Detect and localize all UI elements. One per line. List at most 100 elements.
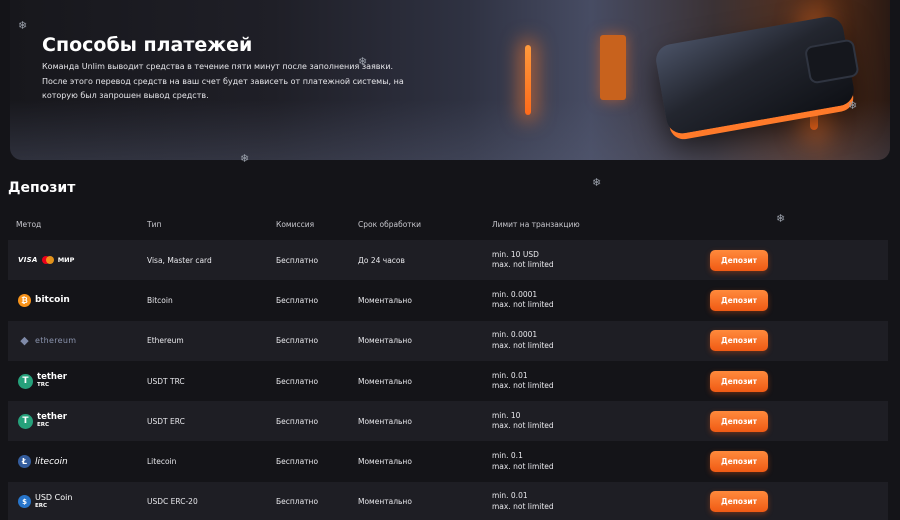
snowflake-icon: ❄ — [240, 152, 250, 165]
snowflake-icon: ❄ — [592, 176, 602, 189]
banner-machine — [600, 35, 626, 100]
hero-banner: Способы платежей Команда Unlim выводит с… — [10, 0, 890, 160]
usdc-wordmark: USD Coin — [35, 492, 73, 502]
deposit-button[interactable]: Депозит — [710, 249, 768, 271]
method-fee: Бесплатно — [276, 295, 319, 305]
usdc-icon: $ — [18, 495, 31, 509]
limit-min: min. 0.1 — [492, 451, 523, 461]
usdc-logo: $ USD Coin ERC — [18, 492, 73, 510]
deposit-button[interactable]: Депозит — [710, 289, 768, 311]
limit-max: max. not limited — [492, 381, 554, 391]
tether-trc-logo: T tether TRC — [18, 373, 67, 389]
method-type: Litecoin — [147, 457, 177, 467]
method-type: USDT ERC — [147, 416, 185, 426]
litecoin-logo: Ł litecoin — [18, 455, 68, 469]
network-label: ERC — [37, 422, 50, 429]
payment-methods-page: Способы платежей Команда Unlim выводит с… — [0, 0, 900, 520]
method-logo: VISA МИР — [18, 240, 138, 280]
ethereum-wordmark: ethereum — [35, 336, 77, 346]
mastercard-icon — [41, 256, 54, 265]
deposit-title: Депозит — [8, 180, 76, 196]
mir-logo: МИР — [57, 256, 75, 265]
method-fee: Бесплатно — [276, 336, 319, 346]
method-time: Моментально — [358, 376, 412, 386]
method-limit: min. 10 USD max. not limited — [492, 240, 554, 280]
tether-wordmark: tether — [37, 372, 67, 383]
method-logo: $ USD Coin ERC — [18, 482, 138, 520]
deposit-button[interactable]: Депозит — [710, 330, 768, 352]
snowflake-icon: ❄ — [848, 99, 858, 112]
litecoin-wordmark: litecoin — [35, 456, 68, 467]
method-limit: min. 0.1 max. not limited — [492, 441, 554, 481]
method-time: Моментально — [358, 336, 412, 346]
snowflake-icon: ❄ — [18, 19, 28, 32]
limit-max: max. not limited — [492, 340, 554, 350]
method-logo: T tether ERC — [18, 401, 138, 441]
method-time: Моментально — [358, 416, 412, 426]
table-row: T tether ERC USDT ERC Бесплатно Моментал… — [8, 401, 888, 442]
method-type: Ethereum — [147, 336, 184, 346]
table-row: Ł litecoin Litecoin Бесплатно Моментальн… — [8, 441, 888, 482]
visa-mastercard-mir-logo: VISA МИР — [18, 256, 75, 265]
table-row: T tether TRC USDT TRC Бесплатно Моментал… — [8, 360, 888, 402]
deposit-table: VISA МИР Visa, Master card Бесплатно До … — [8, 240, 888, 520]
limit-min: min. 10 USD — [492, 249, 539, 259]
snowflake-icon: ❄ — [358, 55, 368, 68]
table-row: ◆ ethereum Ethereum Бесплатно Моментальн… — [8, 320, 888, 361]
method-type: USDC ERC-20 — [147, 497, 198, 507]
tether-icon: T — [18, 373, 33, 389]
method-fee: Бесплатно — [276, 497, 319, 507]
limit-min: min. 0.0001 — [492, 289, 538, 299]
method-limit: min. 0.0001 max. not limited — [492, 280, 554, 320]
limit-min: min. 0.01 — [492, 370, 528, 380]
network-label: TRC — [37, 382, 50, 389]
limit-max: max. not limited — [492, 260, 554, 270]
limit-max: max. not limited — [492, 461, 554, 471]
banner-light-left — [525, 45, 531, 115]
method-limit: min. 10 max. not limited — [492, 401, 554, 441]
method-limit: min. 0.01 max. not limited — [492, 361, 554, 401]
method-fee: Бесплатно — [276, 416, 319, 426]
tether-erc-logo: T tether ERC — [18, 413, 67, 429]
method-fee: Бесплатно — [276, 457, 319, 467]
table-row: $ USD Coin ERC USDC ERC-20 Бесплатно Мом… — [8, 481, 888, 520]
method-time: До 24 часов — [358, 255, 405, 265]
header-limit: Лимит на транзакцию — [492, 220, 580, 229]
method-type: USDT TRC — [147, 376, 185, 386]
banner-description: Команда Unlim выводит средства в течение… — [42, 62, 404, 100]
ethereum-logo: ◆ ethereum — [18, 334, 76, 347]
tether-wordmark: tether — [37, 412, 67, 423]
method-time: Моментально — [358, 497, 412, 507]
method-logo: ₿ bitcoin — [18, 280, 138, 320]
tether-icon: T — [18, 413, 33, 429]
method-type: Bitcoin — [147, 295, 173, 305]
limit-max: max. not limited — [492, 300, 554, 310]
table-row: VISA МИР Visa, Master card Бесплатно До … — [8, 240, 888, 281]
limit-min: min. 10 — [492, 410, 521, 420]
header-type: Тип — [147, 220, 162, 229]
method-fee: Бесплатно — [276, 255, 319, 265]
header-fee: Комиссия — [276, 220, 315, 229]
bitcoin-logo: ₿ bitcoin — [18, 293, 70, 307]
header-method: Метод — [16, 220, 42, 229]
bitcoin-wordmark: bitcoin — [35, 295, 70, 306]
deposit-button[interactable]: Депозит — [710, 410, 768, 432]
deposit-button[interactable]: Депозит — [710, 491, 768, 513]
method-logo: Ł litecoin — [18, 441, 138, 481]
method-logo: ◆ ethereum — [18, 321, 138, 361]
deposit-button[interactable]: Депозит — [710, 451, 768, 473]
limit-max: max. not limited — [492, 501, 554, 511]
litecoin-icon: Ł — [18, 455, 31, 469]
visa-logo: VISA — [18, 256, 38, 265]
header-time: Срок обработки — [358, 220, 422, 229]
limit-min: min. 0.0001 — [492, 330, 538, 340]
method-type: Visa, Master card — [147, 255, 212, 265]
limit-max: max. not limited — [492, 421, 554, 431]
deposit-button[interactable]: Депозит — [710, 370, 768, 392]
method-limit: min. 0.01 max. not limited — [492, 482, 554, 520]
method-limit: min. 0.0001 max. not limited — [492, 321, 554, 361]
ethereum-icon: ◆ — [20, 334, 29, 348]
network-label: ERC — [35, 502, 48, 509]
method-fee: Бесплатно — [276, 376, 319, 386]
page-title: Способы платежей — [42, 34, 253, 56]
